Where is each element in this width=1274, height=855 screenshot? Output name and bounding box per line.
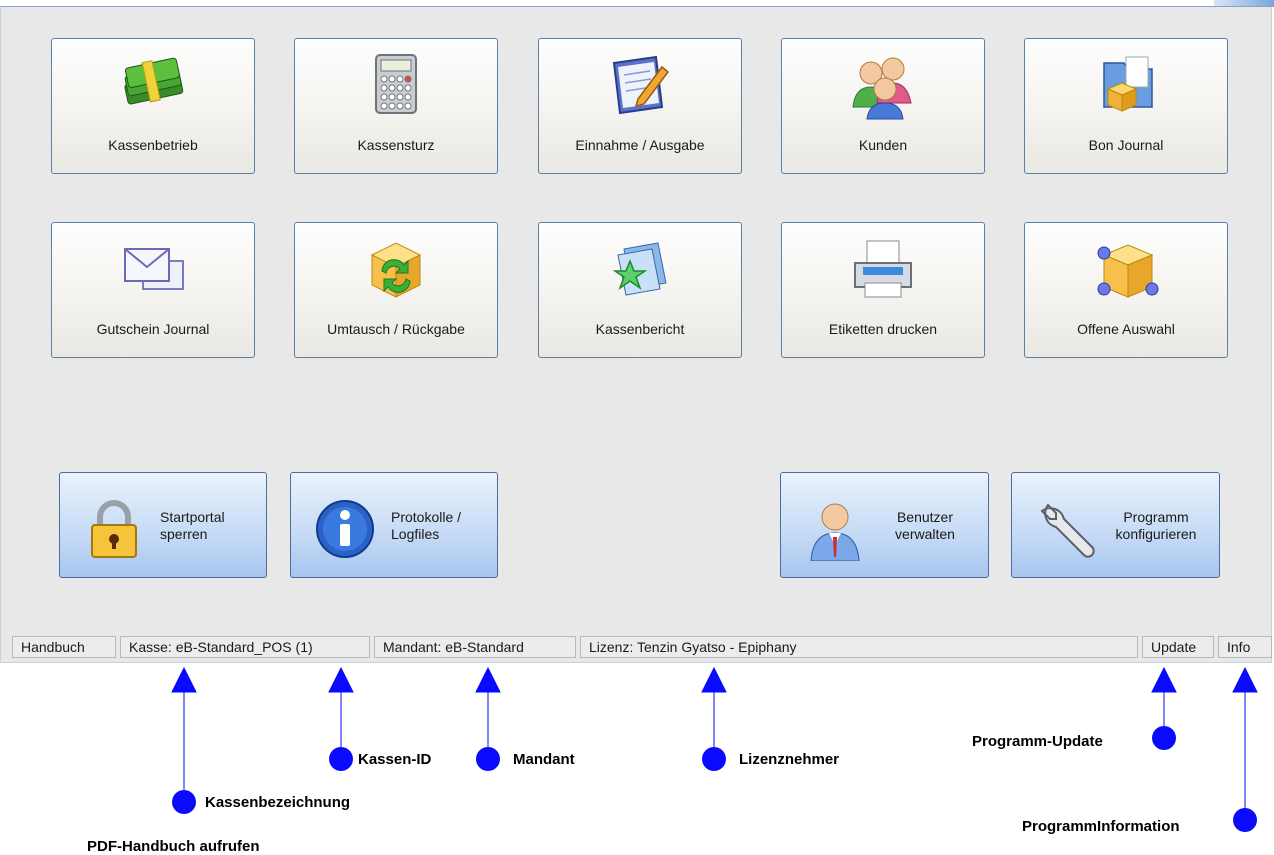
annotation-programm-information: ProgrammInformation xyxy=(1022,818,1180,835)
marker-mandant xyxy=(476,747,500,771)
annotation-overlay xyxy=(171,666,1258,832)
marker-programm-update xyxy=(1152,726,1176,750)
annotation-kassenbezeichnung: Kassenbezeichnung xyxy=(205,794,351,811)
annotation-lizenznehmer: Lizenznehmer xyxy=(739,751,840,768)
marker-programm-information xyxy=(1233,808,1257,832)
annotation-handbuch: PDF-Handbuch aufrufen xyxy=(87,838,260,855)
annotation-programm-update: Programm-Update xyxy=(972,733,1103,750)
marker-lizenznehmer xyxy=(702,747,726,771)
annotation-mandant: Mandant xyxy=(513,751,575,768)
marker-kassenbezeichnung xyxy=(172,790,196,814)
annotation-kassen-id: Kassen-ID xyxy=(358,751,432,768)
marker-kassen-id xyxy=(329,747,353,771)
